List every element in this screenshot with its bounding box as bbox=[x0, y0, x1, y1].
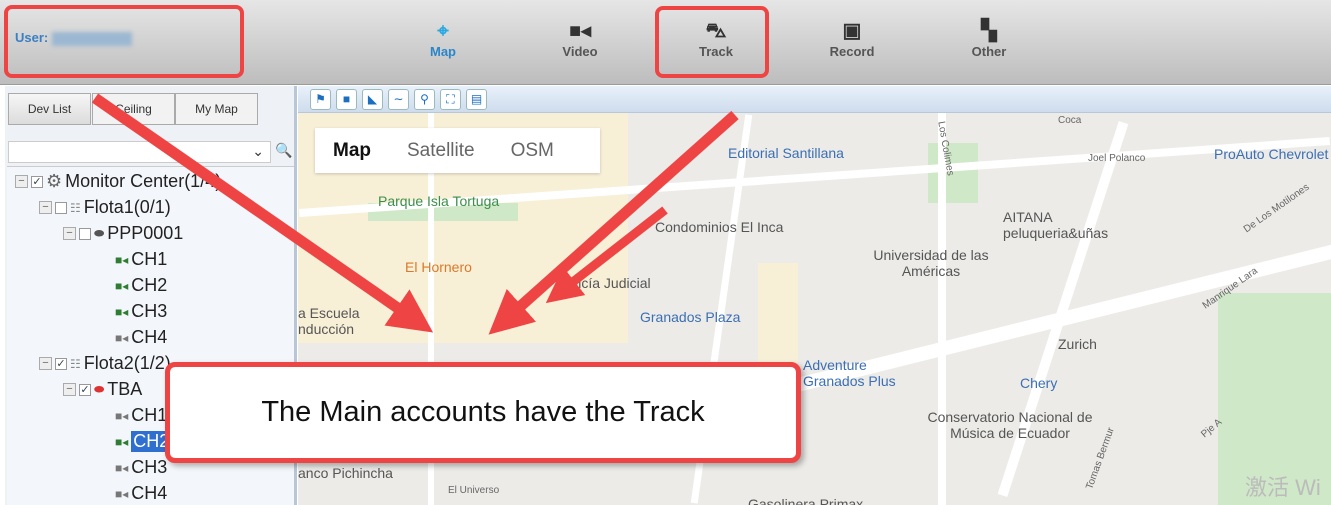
map-label: ProAuto Chevrolet - Matriz bbox=[1214, 146, 1331, 162]
tree-node-tba[interactable]: − ✓ ⬬ TBA bbox=[63, 379, 142, 400]
map-label: Universidad de las Américas bbox=[873, 247, 989, 279]
camera-online-icon: ■◂ bbox=[115, 304, 129, 319]
map-label: Granados Plaza bbox=[640, 309, 741, 325]
tree-node-ch2-selected[interactable]: ■◂ CH2 bbox=[115, 431, 172, 452]
tab-ceiling[interactable]: Ceiling bbox=[92, 93, 175, 125]
tree-node-ch3[interactable]: ■◂ CH3 bbox=[115, 301, 167, 322]
save-icon[interactable]: ▤ bbox=[466, 89, 487, 110]
video-camera-icon: ■◂ bbox=[568, 20, 592, 42]
camera-offline-icon: ■◂ bbox=[115, 408, 129, 423]
camera-online-icon: ■◂ bbox=[115, 434, 129, 449]
tree-node-ch3[interactable]: ■◂ CH3 bbox=[115, 457, 167, 478]
map-label: Adventure Granados Plus bbox=[803, 357, 896, 389]
polygon-icon[interactable]: ◣ bbox=[362, 89, 383, 110]
tree-node-ch4[interactable]: ■◂ CH4 bbox=[115, 327, 167, 348]
nav-map[interactable]: ⌖ Map bbox=[398, 18, 488, 59]
map-pin-icon: ⌖ bbox=[437, 20, 449, 42]
tree-node-ppp0001[interactable]: − ⬬ PPP0001 bbox=[63, 223, 183, 244]
map-type-switcher: Map Satellite OSM bbox=[315, 128, 600, 173]
tree-node-monitor-center[interactable]: − ✓ ⚙ Monitor Center(1/4) bbox=[15, 171, 221, 192]
nav-label: Video bbox=[562, 44, 598, 59]
zoom-search-icon[interactable]: ⚲ bbox=[414, 89, 435, 110]
map-label: Gasolinera Primax bbox=[748, 496, 864, 505]
nav-label: Map bbox=[430, 44, 456, 59]
tree-node-ch1[interactable]: ■◂ CH1 bbox=[115, 249, 167, 270]
nav-other[interactable]: ▚ Other bbox=[944, 18, 1034, 59]
rectangle-icon[interactable]: ■ bbox=[336, 89, 357, 110]
camera-online-icon: ■◂ bbox=[115, 252, 129, 267]
camera-online-icon: ■◂ bbox=[115, 278, 129, 293]
nav-label: Other bbox=[971, 44, 1007, 59]
camera-offline-icon: ■◂ bbox=[115, 330, 129, 345]
map-label: Zurich bbox=[1058, 336, 1097, 352]
tree-node-ch1[interactable]: ■◂ CH1 bbox=[115, 405, 167, 426]
map-label: a Escuela nducción bbox=[298, 305, 360, 337]
map-toolbar: ⚑ ■ ◣ ∼ ⚲ ⛶ ▤ bbox=[298, 86, 1331, 113]
map-label: El Universo bbox=[448, 485, 500, 496]
top-bar: User: ⌖ Map ■◂ Video ⛍ Track ▣ Record ▚ Other bbox=[0, 0, 1331, 85]
map-label: Coca bbox=[1058, 115, 1082, 126]
annotation-callout: The Main accounts have the Track bbox=[165, 362, 801, 463]
map-type-osm[interactable]: OSM bbox=[493, 140, 572, 162]
map-label: Condominios El Inca bbox=[655, 219, 784, 235]
tab-my-map[interactable]: My Map bbox=[175, 93, 258, 125]
grid-icon: ▚ bbox=[981, 20, 997, 42]
map-label: El Hornero bbox=[405, 259, 472, 275]
tree-node-flota2[interactable]: − ✓ ☷ Flota2(1/2) bbox=[39, 353, 171, 374]
tree-node-flota1[interactable]: − ☷ Flota1(0/1) bbox=[39, 197, 171, 218]
device-search-input[interactable]: ⌄ bbox=[8, 141, 271, 163]
tree-node-ch2[interactable]: ■◂ CH2 bbox=[115, 275, 167, 296]
map-label: Conservatorio Nacional de Música de Ecua… bbox=[927, 409, 1093, 441]
chevron-down-icon[interactable]: ⌄ bbox=[252, 143, 264, 160]
flag-icon[interactable]: ⚑ bbox=[310, 89, 331, 110]
map-type-satellite[interactable]: Satellite bbox=[389, 140, 493, 162]
map-label: De Los Motilones bbox=[1241, 181, 1312, 236]
search-icon[interactable]: 🔍 bbox=[275, 142, 292, 159]
map-label: Editorial Santillana bbox=[728, 145, 844, 161]
nav-record[interactable]: ▣ Record bbox=[807, 18, 897, 59]
map-block bbox=[758, 263, 798, 363]
nav-video[interactable]: ■◂ Video bbox=[535, 18, 625, 59]
fullscreen-icon[interactable]: ⛶ bbox=[440, 89, 461, 110]
map-label: Policía Judicial bbox=[558, 275, 651, 291]
nav-label: Record bbox=[829, 44, 875, 59]
tab-dev-list[interactable]: Dev List bbox=[8, 93, 91, 125]
film-icon: ▣ bbox=[842, 20, 862, 42]
user-highlight-box bbox=[4, 5, 244, 78]
map-label: anco Pichincha bbox=[298, 465, 393, 481]
map-label: AITANA peluqueria&uñas bbox=[1003, 209, 1109, 241]
map-label: Parque Isla Tortuga bbox=[378, 193, 500, 209]
activation-watermark: 激活 Wi bbox=[1245, 475, 1321, 500]
track-highlight-box bbox=[655, 6, 769, 78]
camera-offline-icon: ■◂ bbox=[115, 460, 129, 475]
map-type-map[interactable]: Map bbox=[315, 140, 389, 162]
line-icon[interactable]: ∼ bbox=[388, 89, 409, 110]
camera-offline-icon: ■◂ bbox=[115, 486, 129, 501]
tree-node-ch4[interactable]: ■◂ CH4 bbox=[115, 483, 167, 504]
map-label: Chery bbox=[1020, 375, 1058, 391]
map-label: Joel Polanco bbox=[1088, 153, 1146, 164]
